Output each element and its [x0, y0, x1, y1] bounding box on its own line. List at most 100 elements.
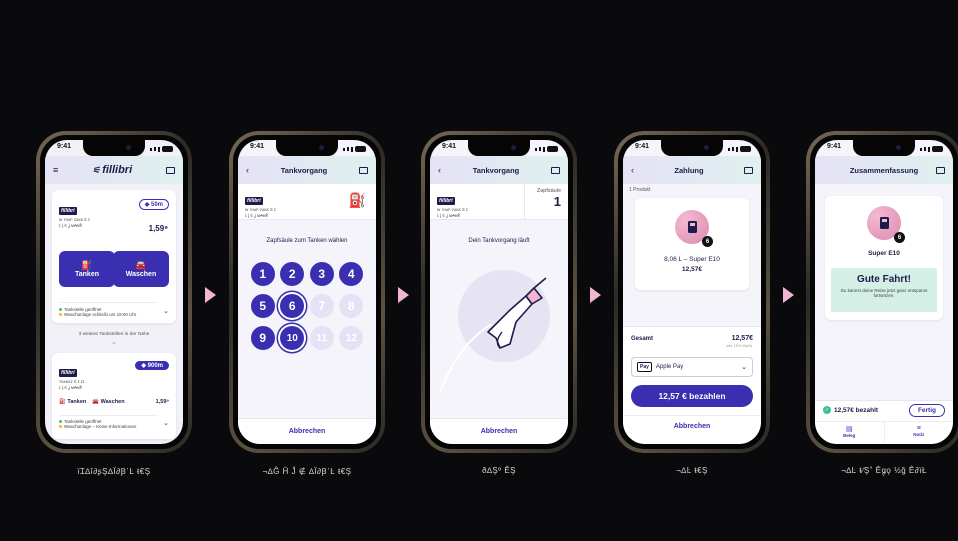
chat-icon[interactable]: [358, 166, 368, 174]
greeting-message: Du kannst deine Reise jetzt ganz entspan…: [840, 288, 928, 298]
waschen-button[interactable]: 🚘 Waschen: [113, 251, 169, 287]
phone-summary: 9:41 Zusammenfassung 6 Super E10 Gute Fa…: [806, 131, 958, 453]
logo-mark-icon: ⚟: [92, 164, 101, 175]
phone-payment: 9:41 ‹ Zahlung 1 Produkt 6 8,06 L – Supe…: [614, 131, 770, 453]
fuel-product-icon: 6: [867, 206, 905, 243]
product-name: 8,06 L – Super E10: [664, 256, 720, 263]
pump-number: 1: [553, 194, 561, 209]
distance-badge-2[interactable]: ◆ 900m: [135, 361, 169, 370]
chat-icon[interactable]: [935, 166, 945, 174]
expand-chevron-icon[interactable]: ⌄: [45, 337, 183, 346]
pump-button-2[interactable]: 2: [280, 262, 305, 286]
pump-button-11: 11: [309, 326, 334, 350]
chevron-down-icon[interactable]: ⌄: [163, 307, 169, 315]
tanken-button[interactable]: ⛽ Tanken: [59, 251, 115, 287]
showcase-stage: 9:41 ≡ ⚟ fillibri fillibri ᴡ ᴛʜᴀᴘ ᴢᴀᴋᴋ Ɛ …: [0, 0, 958, 541]
pump-button-8: 8: [339, 294, 364, 318]
flow-arrow-1: [205, 287, 216, 303]
page-title: Tankvorgang: [280, 165, 328, 175]
product-badge: 6: [894, 232, 905, 243]
flow-arrow-3: [590, 287, 601, 303]
fuel-pump-icon: ⛽: [348, 192, 366, 208]
phone-fueling: 9:41 ‹ Tankvorgang fillibri ᴡ ᴛʜᴀᴘ ᴢᴀᴋᴋ …: [421, 131, 577, 453]
pump-button-9[interactable]: 9: [250, 326, 275, 350]
bottom-bar: Abbrechen: [430, 418, 568, 444]
paid-status: ✓ 12,57€ bezahlt: [823, 406, 878, 414]
header: Zusammenfassung: [815, 156, 953, 184]
signal-icons: [535, 143, 558, 155]
chevron-down-icon-2[interactable]: ⌄: [163, 419, 169, 427]
tab-notiz[interactable]: ≡ Notiz: [885, 422, 954, 444]
opening-info: Tankstelle geöffnet Waschanlage schließt…: [59, 302, 158, 317]
note-icon: ≡: [916, 425, 921, 432]
station-address-1: ᴡ ᴛʜᴀᴘ ᴢᴀᴋᴋ Ɛ ɪ: [59, 217, 90, 222]
station-address-2: ɪ ∫ ⁄ɪ ʝ ᴍ₳ᴋ₴: [59, 222, 82, 228]
station-card-2[interactable]: fillibri ᴛʜᴀᴋɢᴢ Ɛ ɪ ɪɪ ɪ ∫ ⁄ɪ ʝ ᴍ₳ᴋ₴ ◆ 9…: [52, 353, 176, 439]
status-time: 9:41: [827, 143, 842, 150]
pump-button-4[interactable]: 4: [339, 262, 364, 286]
caption-3: ð∆Şº ÊŞ: [482, 466, 516, 475]
cancel-button[interactable]: Abbrechen: [238, 428, 376, 435]
pump-button-12: 12: [339, 326, 364, 350]
status-time: 9:41: [635, 143, 650, 150]
header: ‹ Zahlung: [623, 156, 761, 184]
payment-method-select[interactable]: Pay Apple Pay ⌄: [631, 357, 753, 377]
signal-icons: [728, 143, 751, 155]
back-chevron-icon[interactable]: ‹: [631, 165, 634, 175]
fuel-price: 1,59⁹: [148, 224, 168, 233]
payment-method-label: Apple Pay: [655, 364, 684, 370]
paid-text: 12,57€ bezahlt: [834, 406, 879, 414]
pump-button-10[interactable]: 10: [280, 326, 305, 350]
product-price: 12,57€: [682, 266, 702, 273]
station-brand: fillibri: [59, 207, 77, 215]
tanken-chip-label: Tanken: [67, 399, 87, 405]
back-chevron-icon[interactable]: ‹: [246, 165, 249, 175]
fuel-product-icon: 6: [675, 210, 713, 247]
chevron-down-icon: ⌄: [741, 364, 747, 371]
station-address-2: ɪ ∫ ⁄ɪ ʝ ᴍ₳ᴋ₴: [245, 212, 268, 218]
pump-button-1[interactable]: 1: [250, 262, 275, 286]
page-title: Zusammenfassung: [849, 165, 919, 175]
station-card-1[interactable]: fillibri ᴡ ᴛʜᴀᴘ ᴢᴀᴋᴋ Ɛ ɪ ɪ ∫ ⁄ɪ ʝ ᴍ₳ᴋ₴ ◆…: [52, 190, 176, 323]
header: ‹ Tankvorgang: [238, 156, 376, 184]
done-button[interactable]: Fertig: [908, 404, 945, 417]
pump-button-5[interactable]: 5: [250, 294, 275, 318]
vat-note: inkl. 19% MwSt.: [725, 344, 753, 348]
station-strip: fillibri ᴡ ᴛʜᴀᴘ ᴢᴀᴋᴋ Ɛ ɪ ɪ ∫ ⁄ɪ ʝ ᴍ₳ᴋ₴ ⛽: [238, 184, 376, 220]
station-brand: fillibri: [437, 197, 455, 205]
waschen-chip[interactable]: 🚘 Waschen: [92, 399, 124, 405]
chat-icon[interactable]: [165, 166, 175, 174]
check-icon: ✓: [823, 406, 831, 414]
chat-icon[interactable]: [550, 166, 560, 174]
chat-icon[interactable]: [743, 166, 753, 174]
receipt-icon: ▤: [845, 426, 853, 433]
station2-brand: fillibri: [59, 369, 77, 377]
distance-badge[interactable]: ◆ 50m: [138, 199, 169, 210]
distance2-value: 900m: [147, 363, 163, 369]
opening-info-2: Tankstelle geöffnet Waschanlage – Keine …: [59, 415, 158, 429]
fuel-pump-icon: ⛽: [81, 260, 93, 270]
station-brand: fillibri: [245, 197, 263, 205]
product-name: Super E10: [868, 250, 900, 257]
back-chevron-icon[interactable]: ‹: [438, 165, 441, 175]
caption-2: ¬∆Ĝ Ĥ Ĵ ∉ ∆Ï∂Ꞵ᾽Ŀ ᵵ€Ş: [262, 467, 352, 476]
cancel-button[interactable]: Abbrechen: [623, 423, 761, 430]
footer-panel: ✓ 12,57€ bezahlt Fertig ▤ Beleg ≡ Notiz: [815, 400, 953, 444]
pump-button-6[interactable]: 6: [280, 294, 305, 318]
notch: [853, 140, 915, 156]
pump-button-3[interactable]: 3: [309, 262, 334, 286]
fuel-pump-icon: [687, 221, 697, 233]
wash-status-2: Waschanlage – Keine Informationen: [64, 424, 137, 429]
station2-address-1: ᴛʜᴀᴋɢᴢ Ɛ ɪ ɪɪ: [59, 379, 85, 384]
cancel-button[interactable]: Abbrechen: [430, 428, 568, 435]
flow-arrow-4: [783, 287, 794, 303]
tanken-chip[interactable]: ⛽ Tanken: [59, 399, 86, 405]
waschen-chip-label: Waschen: [100, 399, 125, 405]
tab-beleg[interactable]: ▤ Beleg: [815, 422, 885, 444]
total-label: Gesamt: [631, 336, 654, 342]
caption-5: ¬∆Ŀ ᵵ∕Ş˚ Êǥ᷊ǫ ½ǧ Ê∂ïŁ: [841, 466, 927, 475]
pump-indicator: Zapfsäule 1: [524, 184, 568, 220]
pay-button[interactable]: 12,57 € bezahlen: [631, 385, 753, 407]
menu-icon[interactable]: ≡: [53, 165, 58, 175]
status-time: 9:41: [250, 143, 265, 150]
